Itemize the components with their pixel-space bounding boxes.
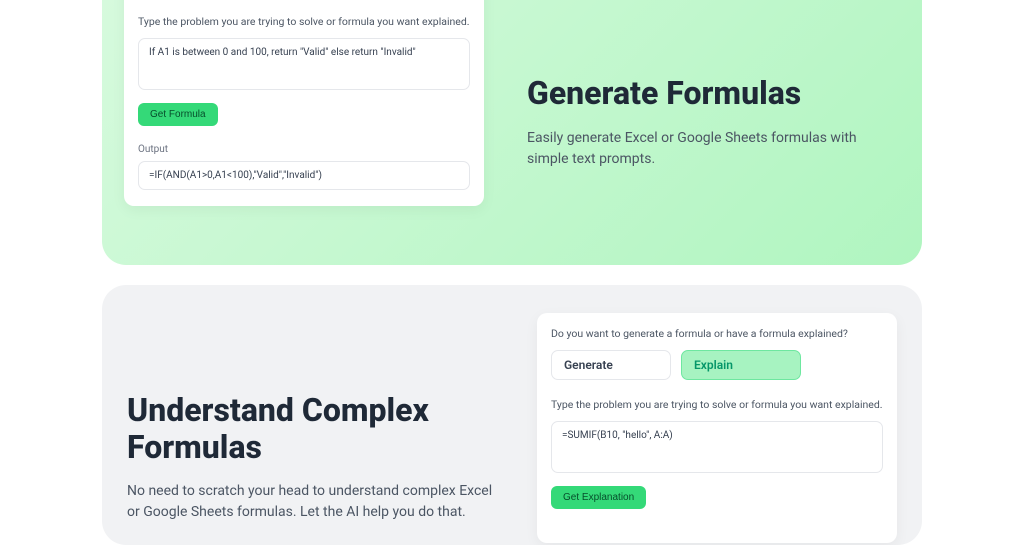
generate-subtext: Easily generate Excel or Google Sheets f…	[527, 128, 882, 170]
instruction-label: Type the problem you are trying to solve…	[551, 398, 883, 411]
mode-prompt: Do you want to generate a formula or hav…	[551, 327, 883, 340]
generate-heading: Generate Formulas	[527, 75, 882, 112]
generate-section: Do you want to generate a formula or hav…	[102, 0, 922, 265]
output-label: Output	[138, 144, 470, 155]
generate-text-block: Generate Formulas Easily generate Excel …	[482, 0, 922, 265]
understand-heading: Understand Complex Formulas	[127, 392, 507, 466]
instruction-label: Type the problem you are trying to solve…	[138, 15, 470, 28]
understand-text-block: Understand Complex Formulas No need to s…	[102, 307, 537, 524]
problem-input[interactable]: If A1 is between 0 and 100, return "Vali…	[138, 38, 470, 90]
mode-toggle-row: Generate Explain	[551, 350, 883, 380]
explain-toggle[interactable]: Explain	[681, 350, 801, 380]
understand-section: Understand Complex Formulas No need to s…	[102, 285, 922, 545]
generate-toggle[interactable]: Generate	[551, 350, 671, 380]
get-explanation-button[interactable]: Get Explanation	[551, 486, 646, 509]
output-value: =IF(AND(A1>0,A1<100),"Valid","Invalid")	[138, 161, 470, 190]
understand-subtext: No need to scratch your head to understa…	[127, 481, 497, 523]
formula-input[interactable]: =SUMIF(B10, "hello", A:A)	[551, 421, 883, 473]
get-formula-button[interactable]: Get Formula	[138, 103, 218, 126]
understand-card: Do you want to generate a formula or hav…	[537, 313, 897, 543]
generate-card: Do you want to generate a formula or hav…	[124, 0, 484, 206]
